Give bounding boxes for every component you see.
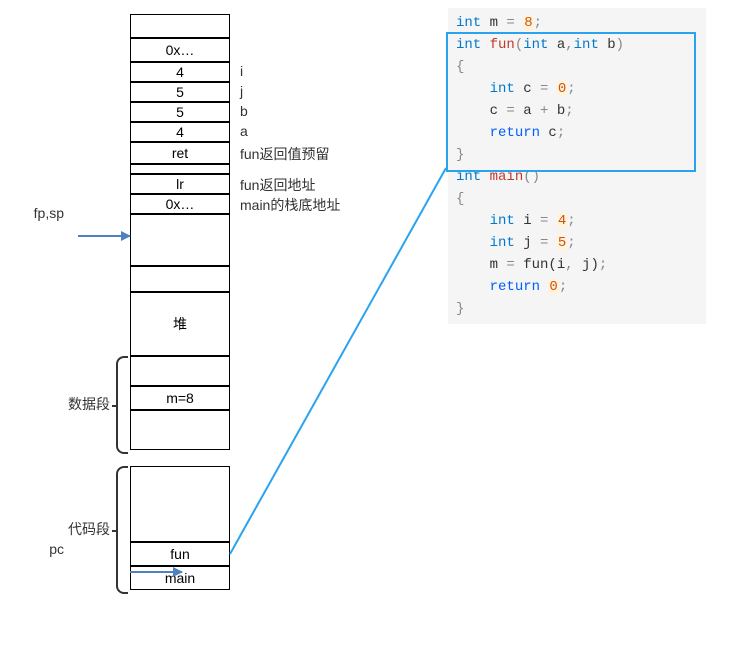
code-line: return 0;: [456, 276, 698, 298]
stack-cell-j-label: j: [240, 83, 243, 99]
stack-cell-blank-top: [130, 14, 230, 38]
stack-cell-i-label: i: [240, 63, 243, 79]
stack-cell-blank-mid1: [130, 214, 230, 266]
stack-cell-heap: 堆: [130, 292, 230, 356]
stack-cell-m: m=8: [130, 386, 230, 410]
brace-data-icon: [116, 356, 128, 454]
stack-cell-lr: lr: [130, 174, 230, 194]
code-line: c = a + b;: [456, 100, 698, 122]
stack-cell-a: 4: [130, 122, 230, 142]
pointer-fp-sp-arrow-icon: [78, 235, 130, 237]
stack-cell-blank-mid4: [130, 410, 230, 450]
stack-cell-gap1: [130, 164, 230, 174]
stack-cell-ret: ret: [130, 142, 230, 164]
code-line: {: [456, 188, 698, 210]
stack-cell-i: 4: [130, 62, 230, 82]
code-line: m = fun(i, j);: [456, 254, 698, 276]
stack-cell-b: 5: [130, 102, 230, 122]
stack-cell-blank-mid3: [130, 356, 230, 386]
code-line: return c;: [456, 122, 698, 144]
code-line: int m = 8;: [456, 12, 698, 34]
pointer-fp-sp-label: fp,sp: [4, 205, 64, 221]
stack-cell-addr-top: 0x…: [130, 38, 230, 62]
segment-code-label: 代码段: [20, 519, 110, 539]
stack-cell-j: 5: [130, 82, 230, 102]
stack-cell-fun: fun: [130, 542, 230, 566]
code-block: int m = 8;int fun(int a,int b){ int c = …: [448, 8, 706, 324]
code-line: }: [456, 298, 698, 320]
code-line: int j = 5;: [456, 232, 698, 254]
code-line: int c = 0;: [456, 78, 698, 100]
code-line: int main(): [456, 166, 698, 188]
stack-cell-code-blank: [130, 466, 230, 542]
stack-cell-lr-label: fun返回地址: [240, 175, 315, 195]
stack-cell-blank-mid2: [130, 266, 230, 292]
code-line: {: [456, 56, 698, 78]
brace-code-icon: [116, 466, 128, 594]
stack-cell-mainfp: 0x…: [130, 194, 230, 214]
stack-cell-mainfp-label: main的栈底地址: [240, 195, 340, 215]
segment-data-label: 数据段: [20, 394, 110, 414]
stack-cell-b-label: b: [240, 103, 248, 119]
pointer-pc-arrow-icon: [130, 571, 182, 573]
pointer-pc-label: pc: [4, 541, 64, 557]
stack-cell-ret-label: fun返回值预留: [240, 144, 329, 164]
stack-cell-a-label: a: [240, 123, 248, 139]
code-line: int i = 4;: [456, 210, 698, 232]
code-line: }: [456, 144, 698, 166]
code-line: int fun(int a,int b): [456, 34, 698, 56]
